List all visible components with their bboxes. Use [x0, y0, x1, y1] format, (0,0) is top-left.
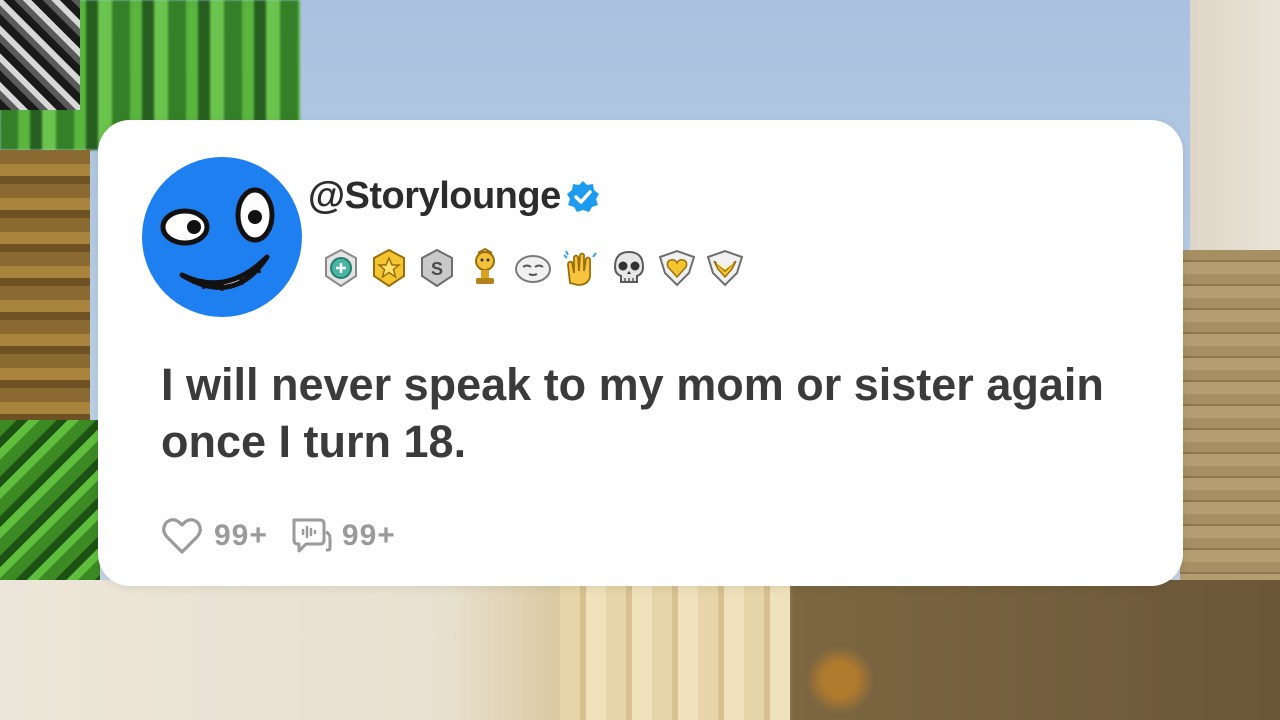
sandstone-pillar	[560, 580, 790, 720]
post-text: I will never speak to my mom or sister a…	[161, 359, 1104, 467]
vines	[0, 420, 100, 600]
heart-icon	[158, 512, 206, 560]
username[interactable]: @Storylounge	[308, 175, 561, 218]
award-badges: S	[320, 247, 746, 289]
post-card: @Storylounge S I will never speak to my …	[98, 120, 1183, 586]
comment-icon	[286, 512, 334, 560]
quartz-wall	[1190, 0, 1280, 250]
svg-text:S: S	[431, 259, 443, 279]
star-medal-icon[interactable]	[368, 247, 410, 289]
trophy-award-icon[interactable]	[464, 247, 506, 289]
sleepy-face-award-icon[interactable]	[512, 247, 554, 289]
comment-count: 99+	[341, 519, 396, 552]
smiley-face-icon	[160, 187, 275, 291]
helpful-award-icon[interactable]	[320, 247, 362, 289]
username-row: @Storylounge	[308, 175, 601, 218]
tree-dark-block	[0, 0, 80, 110]
post-actions: 99+ 99+	[158, 512, 414, 560]
avatar[interactable]	[142, 157, 302, 317]
clapping-hands-icon[interactable]	[560, 247, 602, 289]
like-button[interactable]: 99+	[158, 512, 268, 560]
like-count: 99+	[214, 519, 268, 552]
dead-bush	[800, 640, 880, 720]
silver-s-award-icon[interactable]: S	[416, 247, 458, 289]
skull-icon[interactable]	[608, 247, 650, 289]
verified-badge-icon	[565, 179, 601, 215]
gold-wings-shield-icon[interactable]	[704, 247, 746, 289]
gold-heart-shield-icon[interactable]	[656, 247, 698, 289]
comment-button[interactable]: 99+	[286, 512, 396, 560]
